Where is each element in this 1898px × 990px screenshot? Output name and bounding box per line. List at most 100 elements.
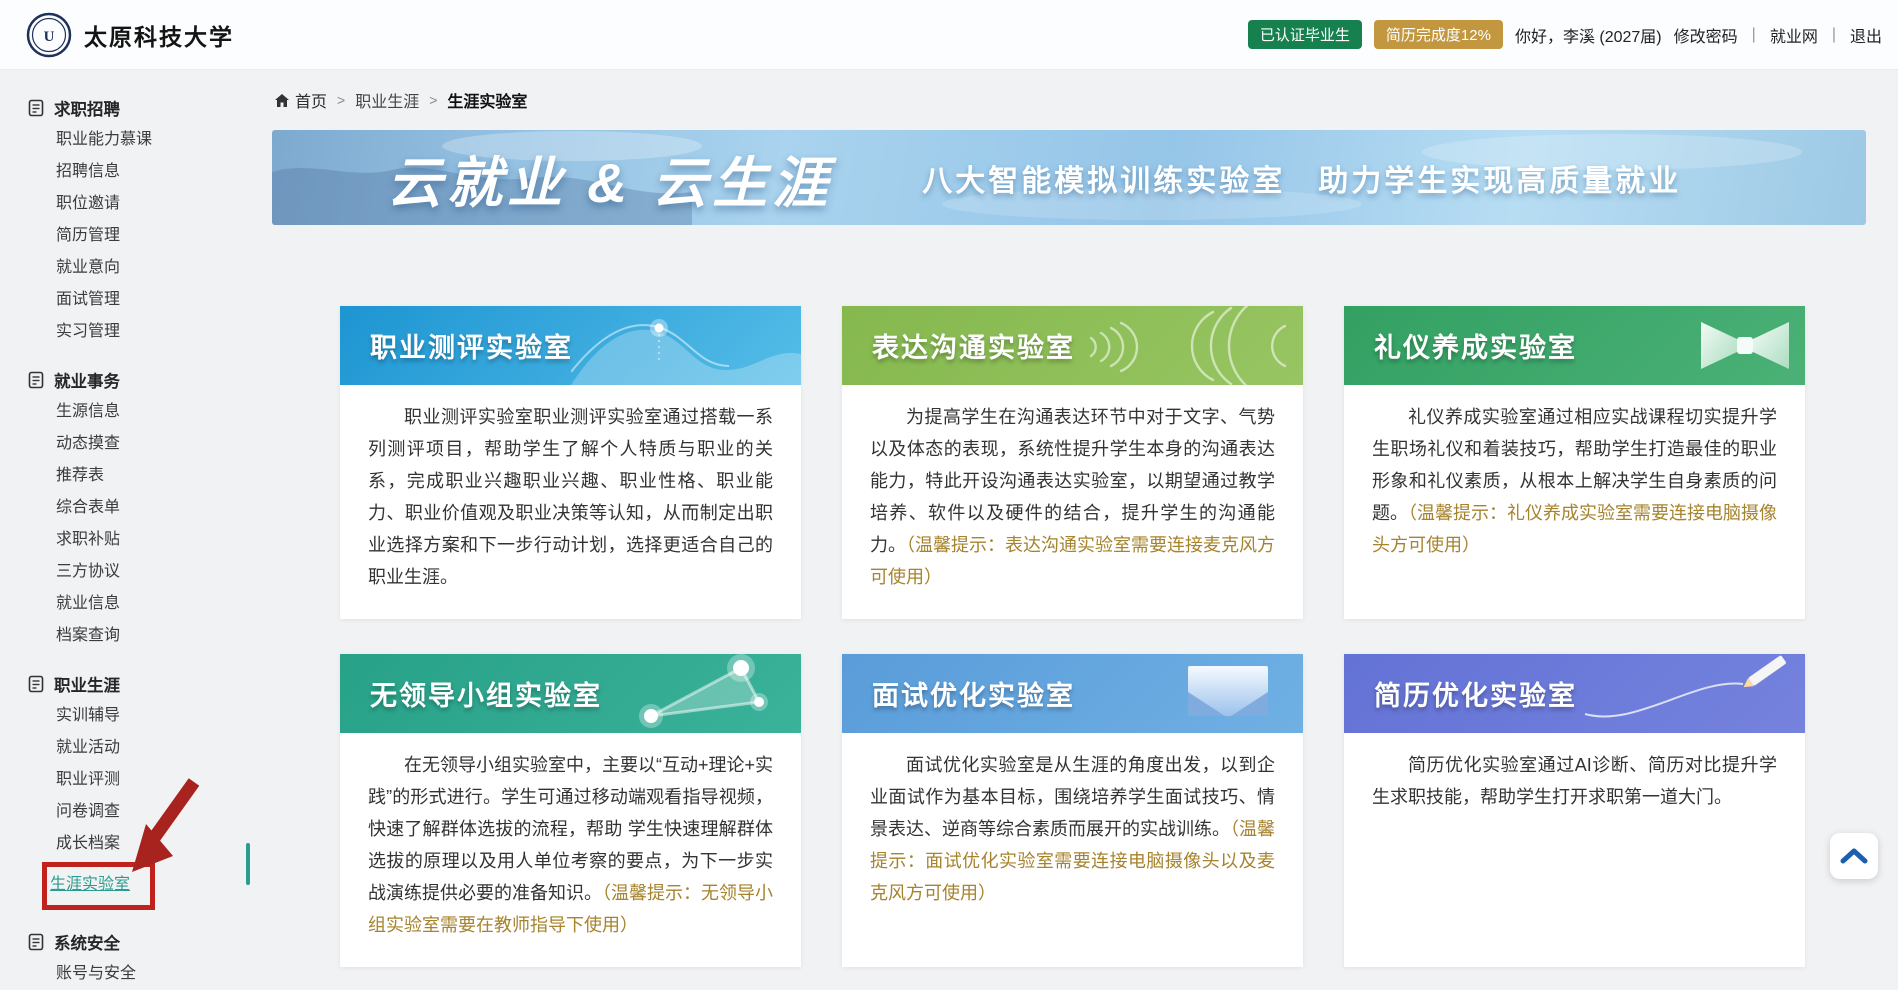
verified-graduate-badge: 已认证毕业生 [1248,20,1362,49]
card-career-assessment-lab[interactable]: 职业测评实验室 职业测评实验室职业测评实验室通过搭载一系列测评项目，帮助学生了解… [340,306,801,619]
resume-completion-badge[interactable]: 简历完成度12% [1374,20,1503,49]
sidebar-item-tripartite-agreement[interactable]: 三方协议 [56,556,250,588]
job-net-link[interactable]: 就业网 [1770,23,1818,47]
breadcrumb-separator: > [429,92,437,108]
card-header: 简历优化实验室 [1344,654,1805,733]
change-password-link[interactable]: 修改密码 [1674,23,1738,47]
back-to-top-button[interactable] [1830,833,1878,879]
card-header: 职业测评实验室 [340,306,801,385]
home-icon [274,93,290,108]
sidebar-item-account-security[interactable]: 账号与安全 [56,958,250,990]
card-header: 礼仪养成实验室 [1344,306,1805,385]
card-header: 面试优化实验室 [842,654,1303,733]
breadcrumb-home[interactable]: 首页 [274,88,327,112]
sidebar-item-dynamic-survey[interactable]: 动态摸查 [56,428,250,460]
sidebar: 求职招聘 职业能力慕课 招聘信息 职位邀请 简历管理 就业意向 面试管理 实习管… [0,70,250,979]
sidebar-section-header-employment-affairs[interactable]: 就业事务 [28,364,250,396]
card-leaderless-group-lab[interactable]: 无领导小组实验室 在无领导小组实验室中，主要以“互动+理论+实践”的形式进行。学… [340,654,801,967]
card-description: 礼仪养成实验室通过相应实战课程切实提升学生职场礼仪和着装技巧，帮助学生打造最佳的… [1344,385,1805,619]
sidebar-item-employment-activities[interactable]: 就业活动 [56,732,250,764]
card-description: 简历优化实验室通过AI诊断、简历对比提升学生求职技能，帮助学生打开求职第一道大门… [1344,733,1805,967]
sidebar-item-questionnaire[interactable]: 问卷调查 [56,796,250,828]
user-area: 已认证毕业生 简历完成度12% 你好，李溪 (2027届) 修改密码 | 就业网… [1248,20,1882,49]
pencil-icon [1575,654,1805,733]
card-title: 职业测评实验室 [370,326,573,365]
envelope-icon [1153,654,1303,733]
card-description: 职业测评实验室职业测评实验室通过搭载一系列测评项目，帮助学生了解个人特质与职业的… [340,385,801,619]
sidebar-item-career-assessment[interactable]: 职业评测 [56,764,250,796]
sidebar-item-career-lab[interactable]: 生涯实验室 [56,860,250,910]
sound-wave-icon [1073,306,1303,385]
card-title: 无领导小组实验室 [370,674,602,713]
sidebar-section-header-career[interactable]: 职业生涯 [28,668,250,700]
card-description: 面试优化实验室是从生涯的角度出发，以到企业面试作为基本目标，围绕培养学生面试技巧… [842,733,1303,967]
sidebar-section-job-recruitment: 求职招聘 职业能力慕课 招聘信息 职位邀请 简历管理 就业意向 面试管理 实习管… [28,92,250,348]
svg-text:U: U [44,29,55,45]
sidebar-item-resume-management[interactable]: 简历管理 [56,220,250,252]
list-icon [28,371,44,389]
network-icon [591,654,801,733]
sidebar-item-student-source-info[interactable]: 生源信息 [56,396,250,428]
card-interview-lab[interactable]: 面试优化实验室 面试优化实验室是从生涯的角度出发，以到企业面试作为基本目标，围绕… [842,654,1303,967]
sidebar-item-recommendation-form[interactable]: 推荐表 [56,460,250,492]
list-icon [28,99,44,117]
sidebar-item-employment-info[interactable]: 就业信息 [56,588,250,620]
lab-cards-grid: 职业测评实验室 职业测评实验室职业测评实验室通过搭载一系列测评项目，帮助学生了解… [340,306,1805,967]
sidebar-item-employment-intention[interactable]: 就业意向 [56,252,250,284]
wave-icon [571,306,801,385]
sidebar-section-system-security: 系统安全 账号与安全 [28,926,250,990]
user-greeting: 你好，李溪 (2027届) [1515,23,1662,47]
card-warning: （温馨提示：礼仪养成实验室需要连接电脑摄像头方可使用） [1372,503,1777,555]
breadcrumb-current: 生涯实验室 [447,88,527,112]
sidebar-item-career-lab-label[interactable]: 生涯实验室 [50,876,130,893]
sidebar-item-job-subsidy[interactable]: 求职补贴 [56,524,250,556]
sidebar-section-label: 就业事务 [54,368,120,392]
university-name: 太原科技大学 [84,18,234,52]
sidebar-section-header-job-recruitment[interactable]: 求职招聘 [28,92,250,124]
topbar: U 太原科技大学 已认证毕业生 简历完成度12% 你好，李溪 (2027届) 修… [0,0,1898,70]
sidebar-section-label: 求职招聘 [54,96,120,120]
breadcrumb-career[interactable]: 职业生涯 [355,88,419,112]
list-icon [28,933,44,951]
breadcrumb-separator: > [337,92,345,108]
card-description: 在无领导小组实验室中，主要以“互动+理论+实践”的形式进行。学生可通过移动端观看… [340,733,801,967]
card-header: 表达沟通实验室 [842,306,1303,385]
career-lab-banner: 云就业 & 云生涯 八大智能模拟训练实验室 助力学生实现高质量就业 [272,130,1866,225]
sidebar-section-employment-affairs: 就业事务 生源信息 动态摸查 推荐表 综合表单 求职补贴 三方协议 就业信息 档… [28,364,250,652]
card-warning: （温馨提示：表达沟通实验室需要连接麦克风方可使用） [870,535,1275,587]
banner-title: 云就业 & 云生涯 [387,138,832,218]
sidebar-item-career-mooc[interactable]: 职业能力慕课 [56,124,250,156]
scrollbar-thumb[interactable] [246,843,250,885]
sidebar-item-practical-training[interactable]: 实训辅导 [56,700,250,732]
card-title: 面试优化实验室 [872,674,1075,713]
university-logo-icon: U [26,12,72,58]
card-title: 礼仪养成实验室 [1374,326,1577,365]
card-title: 简历优化实验室 [1374,674,1577,713]
sidebar-item-recruitment-info[interactable]: 招聘信息 [56,156,250,188]
sidebar-item-job-invitations[interactable]: 职位邀请 [56,188,250,220]
sidebar-section-header-system-security[interactable]: 系统安全 [28,926,250,958]
breadcrumb: 首页 > 职业生涯 > 生涯实验室 [274,88,527,112]
banner-subtitle: 八大智能模拟训练实验室 助力学生实现高质量就业 [922,156,1681,200]
list-icon [28,675,44,693]
card-communication-lab[interactable]: 表达沟通实验室 为提高学生在沟通表达环节中对于文字、气势以及体态的表现，系统性提… [842,306,1303,619]
sidebar-item-comprehensive-forms[interactable]: 综合表单 [56,492,250,524]
logout-link[interactable]: 退出 [1850,23,1882,47]
university-brand[interactable]: U 太原科技大学 [26,12,234,58]
divider: | [1832,26,1836,44]
card-description: 为提高学生在沟通表达环节中对于文字、气势以及体态的表现，系统性提升学生本身的沟通… [842,385,1303,619]
breadcrumb-home-label: 首页 [295,88,327,112]
sidebar-item-internship-management[interactable]: 实习管理 [56,316,250,348]
card-title: 表达沟通实验室 [872,326,1075,365]
sidebar-item-growth-archive[interactable]: 成长档案 [56,828,250,860]
card-header: 无领导小组实验室 [340,654,801,733]
card-resume-lab[interactable]: 简历优化实验室 简历优化实验室通过AI诊断、简历对比提升学生求职技能，帮助学生打… [1344,654,1805,967]
sidebar-section-label: 系统安全 [54,930,120,954]
sidebar-item-interview-management[interactable]: 面试管理 [56,284,250,316]
card-etiquette-lab[interactable]: 礼仪养成实验室 礼仪养成实验室通过相应实战课程切实提升学生职场礼仪和着装技巧，帮… [1344,306,1805,619]
sidebar-section-label: 职业生涯 [54,672,120,696]
divider: | [1752,26,1756,44]
sidebar-section-career: 职业生涯 实训辅导 就业活动 职业评测 问卷调查 成长档案 生涯实验室 [28,668,250,910]
bowtie-icon [1685,306,1805,385]
sidebar-item-archive-inquiry[interactable]: 档案查询 [56,620,250,652]
